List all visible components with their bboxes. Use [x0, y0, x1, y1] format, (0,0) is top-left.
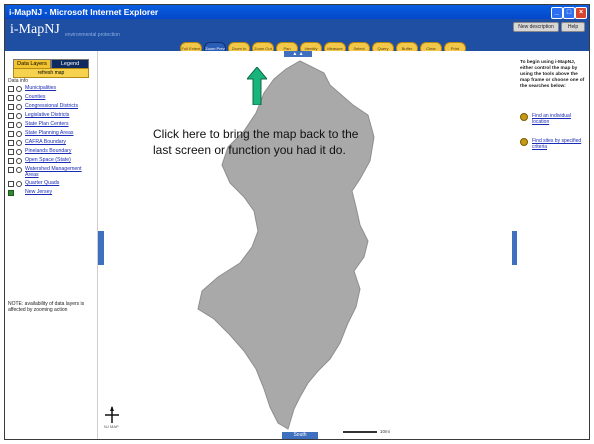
layer-link[interactable]: Legislative Districts	[25, 112, 69, 118]
layer-radio[interactable]	[16, 167, 22, 173]
new-jersey-shape	[197, 60, 375, 430]
layer-radio[interactable]	[16, 86, 22, 92]
layers-panel: Data Layers Legend refresh map Data info…	[5, 51, 97, 439]
layer-item: Municipalities	[8, 85, 96, 92]
new-description-button[interactable]: New description	[513, 22, 559, 32]
compass-label: NJ MAP	[104, 424, 119, 429]
layer-radio[interactable]	[16, 140, 22, 146]
search-panel: To begin using i-MapNJ, either control t…	[517, 51, 589, 439]
layers-section-header: Data info	[8, 78, 29, 84]
layer-item: Open Space (State)	[8, 157, 96, 164]
layer-radio[interactable]	[16, 181, 22, 187]
refresh-map-button[interactable]: refresh map	[13, 68, 89, 78]
search-intro: To begin using i-MapNJ, either control t…	[520, 60, 585, 89]
layer-radio[interactable]	[16, 131, 22, 137]
layer-radio[interactable]	[16, 122, 22, 128]
layer-link[interactable]: State Plan Centers	[25, 121, 69, 127]
layer-checkbox[interactable]	[8, 104, 14, 110]
scale-bar: 10mi	[343, 429, 390, 434]
layer-item: Quarter Quads	[8, 180, 96, 187]
window-titlebar: i-MapNJ - Microsoft Internet Explorer _ …	[5, 5, 589, 19]
layer-item: State Plan Centers	[8, 121, 96, 128]
maximize-button[interactable]: □	[563, 7, 575, 19]
layer-item: New Jersey	[8, 189, 96, 196]
layer-link[interactable]: Quarter Quads	[25, 180, 59, 186]
layer-checkbox[interactable]	[8, 167, 14, 173]
layer-radio[interactable]	[16, 158, 22, 164]
layer-link[interactable]: New Jersey	[25, 189, 52, 195]
zoom-note: NOTE: availability of data layers is aff…	[8, 301, 85, 313]
layer-link[interactable]: Counties	[25, 94, 45, 100]
scale-bar-line	[343, 430, 377, 433]
layer-item: Counties	[8, 94, 96, 101]
find-sites-criteria-link[interactable]: Find sites by specified criteria	[532, 138, 588, 150]
layer-link[interactable]: Watershed Management Areas	[25, 166, 96, 178]
map-frame[interactable]: ▲ ▲ South Click here to bring the map ba…	[97, 51, 519, 439]
browser-window: i-MapNJ - Microsoft Internet Explorer _ …	[4, 4, 590, 440]
layer-link[interactable]: Congressional Districts	[25, 103, 78, 109]
up-arrow-icon	[247, 67, 267, 105]
layer-radio[interactable]	[16, 113, 22, 119]
app-header: i-MapNJ environmental protection New des…	[5, 19, 589, 55]
layer-item: Watershed Management Areas	[8, 166, 96, 178]
find-sites-link-row: Find sites by specified criteria	[520, 138, 588, 150]
layer-checkbox[interactable]	[8, 86, 14, 92]
layer-link[interactable]: Open Space (State)	[25, 157, 71, 163]
new-jersey-map[interactable]	[98, 51, 518, 439]
layer-checkbox[interactable]	[8, 122, 14, 128]
layer-item: Pinelands Boundary	[8, 148, 96, 155]
layer-checkbox[interactable]	[8, 131, 14, 137]
layer-link[interactable]: Municipalities	[25, 85, 56, 91]
layer-link[interactable]: State Planning Areas	[25, 130, 73, 136]
compass-icon	[105, 406, 119, 423]
layer-radio[interactable]	[16, 104, 22, 110]
layer-item: CAFRA Boundary	[8, 139, 96, 146]
find-individual-location-link[interactable]: Find an individual location	[532, 113, 588, 125]
help-button[interactable]: Help	[561, 22, 585, 32]
bullet-icon	[520, 113, 528, 121]
bullet-icon	[520, 138, 528, 146]
close-button[interactable]: ×	[575, 7, 587, 19]
layer-item: Congressional Districts	[8, 103, 96, 110]
layer-list: Municipalities Counties Congressional Di…	[8, 85, 96, 198]
layer-checkbox[interactable]	[8, 181, 14, 187]
window-title: i-MapNJ - Microsoft Internet Explorer	[9, 7, 159, 17]
app-logo: i-MapNJ	[10, 22, 60, 37]
layer-checkbox[interactable]	[8, 190, 14, 196]
minimize-button[interactable]: _	[551, 7, 563, 19]
layer-checkbox[interactable]	[8, 95, 14, 101]
layer-radio[interactable]	[16, 149, 22, 155]
layer-item: Legislative Districts	[8, 112, 96, 119]
instruction-callout: Click here to bring the map back to the …	[153, 127, 359, 157]
layer-checkbox[interactable]	[8, 158, 14, 164]
layer-link[interactable]: CAFRA Boundary	[25, 139, 66, 145]
app-tagline: environmental protection	[65, 32, 120, 38]
find-location-link-row: Find an individual location	[520, 113, 588, 125]
layer-checkbox[interactable]	[8, 149, 14, 155]
layer-checkbox[interactable]	[8, 113, 14, 119]
layer-link[interactable]: Pinelands Boundary	[25, 148, 71, 154]
scale-bar-label: 10mi	[380, 429, 390, 434]
layer-radio[interactable]	[16, 95, 22, 101]
layer-checkbox[interactable]	[8, 140, 14, 146]
layer-item: State Planning Areas	[8, 130, 96, 137]
